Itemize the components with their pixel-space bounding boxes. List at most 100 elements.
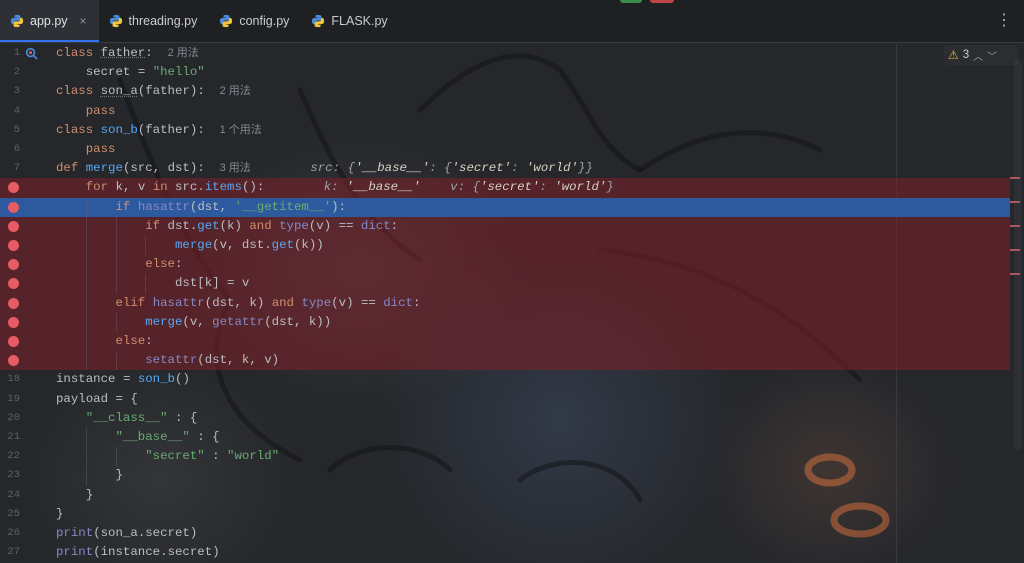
tab-config-py[interactable]: config.py — [209, 0, 301, 41]
code-line[interactable]: 5 class son_b(father): 1 个用法 — [0, 121, 1010, 140]
code-editor[interactable]: 1 class father: 2 用法 2 secret = "hello" 3 cl… — [0, 44, 1024, 563]
line-number: 18 — [7, 373, 20, 386]
code-text: instance = son_b() — [56, 372, 190, 387]
code-line[interactable]: dst[k] = v — [0, 274, 1010, 294]
code-line[interactable]: merge(v, dst.get(k)) — [0, 236, 1010, 256]
code-text: merge(v, getattr(dst, k)) — [145, 314, 332, 329]
code-text: if dst.get(k) and type(v) == dict: — [145, 218, 399, 233]
code-line[interactable]: 23 } — [0, 466, 1010, 486]
code-line[interactable]: setattr(dst, k, v) — [0, 351, 1010, 371]
code-line[interactable]: merge(v, getattr(dst, k)) — [0, 312, 1010, 332]
inline-debug-value: k: '__base__' v: {'secret': 'world'} — [323, 180, 614, 195]
code-text: class father: 2 用法 — [56, 46, 199, 60]
code-text: else: — [115, 334, 153, 348]
line-number: 24 — [7, 488, 20, 501]
run-status-indicator — [620, 0, 642, 3]
tab-label: FLASK.py — [331, 13, 388, 28]
code-line[interactable]: 6 pass — [0, 140, 1010, 159]
code-line[interactable]: 27 print(instance.secret) — [0, 543, 1010, 562]
code-line[interactable]: 26 print(son_a.secret) — [0, 524, 1010, 543]
code-line[interactable]: 2 secret = "hello" — [0, 63, 1010, 82]
chevron-up-icon[interactable]: ︿ — [973, 48, 983, 63]
breakpoint-icon[interactable] — [8, 297, 19, 309]
code-line[interactable]: 3 class son_a(father): 2 用法 — [0, 82, 1010, 101]
code-line[interactable]: 1 class father: 2 用法 — [0, 44, 1010, 63]
error-stripe-marker[interactable] — [1010, 273, 1020, 275]
breakpoint-icon[interactable] — [8, 316, 19, 328]
breakpoint-icon[interactable] — [8, 259, 19, 271]
usage-hint[interactable]: 2 用法 — [220, 85, 251, 97]
code-text: secret = "hello" — [85, 65, 205, 80]
debug-gutter-icon[interactable] — [25, 47, 38, 60]
error-stripe-marker[interactable] — [1010, 201, 1020, 203]
python-file-icon — [109, 14, 122, 27]
code-text: class son_b(father): 1 个用法 — [56, 122, 262, 137]
line-number: 4 — [13, 104, 20, 117]
line-number: 5 — [13, 123, 20, 136]
line-number: 26 — [7, 527, 20, 539]
usage-hint[interactable]: 1 个用法 — [220, 124, 262, 136]
usage-hint[interactable]: 2 用法 — [168, 47, 199, 59]
code-line[interactable]: if hasattr(dst, '__getitem__'): — [0, 197, 1010, 217]
breakpoint-icon[interactable] — [8, 336, 19, 347]
python-file-icon — [220, 14, 233, 27]
error-stripe-marker[interactable] — [1010, 225, 1020, 227]
error-stripe-marker[interactable] — [1010, 177, 1020, 179]
line-number: 23 — [7, 469, 20, 482]
code-line[interactable]: 21 "__base__" : { — [0, 428, 1010, 448]
line-number: 3 — [13, 85, 20, 98]
code-line[interactable]: if dst.get(k) and type(v) == dict: — [0, 216, 1010, 236]
line-number: 22 — [7, 450, 20, 463]
tab-threading-py[interactable]: threading.py — [99, 0, 210, 41]
code-line[interactable]: 20 "__class__" : { — [0, 409, 1010, 428]
python-file-icon — [10, 14, 24, 27]
warning-icon: ⚠ — [948, 48, 959, 62]
code-line[interactable]: 7 def merge(src, dst): 3 用法 src: {'__base… — [0, 159, 1010, 178]
breakpoint-icon[interactable] — [8, 355, 19, 367]
stop-status-indicator — [650, 0, 674, 3]
code-line[interactable]: elif hasattr(dst, k) and type(v) == dict… — [0, 293, 1010, 313]
tab-app-py[interactable]: app.py × — [0, 0, 99, 42]
tab-flask-py[interactable]: FLASK.py — [301, 0, 399, 41]
line-number: 19 — [7, 392, 20, 405]
line-number: 21 — [7, 431, 20, 443]
inspection-widget[interactable]: ⚠ 3 ︿ ﹀ — [944, 45, 1018, 65]
line-number: 2 — [13, 66, 20, 79]
code-line[interactable]: 4 pass — [0, 102, 1010, 121]
error-stripe-marker[interactable] — [1010, 249, 1020, 251]
breakpoint-icon[interactable] — [8, 220, 19, 232]
code-text: elif hasattr(dst, k) and type(v) == dict… — [115, 295, 421, 310]
tab-label: app.py — [30, 13, 68, 28]
code-text: if hasattr(dst, '__getitem__'): — [115, 199, 347, 214]
usage-hint[interactable]: 3 用法 — [220, 162, 251, 174]
warning-count: 3 — [962, 49, 970, 61]
code-line[interactable]: else: — [0, 255, 1010, 275]
code-text: pass — [85, 142, 116, 156]
chevron-down-icon[interactable]: ﹀ — [987, 48, 997, 63]
code-line[interactable]: 18 instance = son_b() — [0, 370, 1010, 389]
breakpoint-icon[interactable] — [8, 182, 19, 194]
code-text: "secret" : "world" — [145, 449, 280, 464]
inline-debug-value: src: {'__base__': {'secret': 'world'}} — [310, 161, 593, 176]
editor-tab-bar: app.py × threading.py config.py FLASK.py… — [0, 0, 1024, 43]
code-line[interactable]: for k, v in src.items(): k: '__base__' v… — [0, 178, 1010, 198]
breakpoint-icon[interactable] — [8, 240, 19, 251]
code-text: for k, v in src.items(): k: '__base__' v… — [85, 180, 614, 195]
editor-scrollbar[interactable] — [1014, 60, 1022, 450]
code-line[interactable]: 24 } — [0, 486, 1010, 505]
code-line[interactable]: 22 "secret" : "world" — [0, 447, 1010, 467]
code-text: setattr(dst, k, v) — [145, 353, 280, 368]
tab-label: threading.py — [128, 13, 198, 28]
code-line[interactable]: 25} — [0, 505, 1010, 524]
python-file-icon — [312, 14, 325, 27]
code-line[interactable]: 19 payload = { — [0, 390, 1010, 409]
breakpoint-icon[interactable] — [8, 201, 19, 213]
breakpoint-icon[interactable] — [8, 278, 19, 290]
code-text: print(son_a.secret) — [56, 526, 198, 540]
line-number: 6 — [13, 143, 20, 155]
line-number: 25 — [7, 507, 20, 520]
close-icon[interactable]: × — [80, 14, 87, 28]
code-line[interactable]: else: — [0, 332, 1010, 352]
more-options-icon[interactable]: ⋮ — [996, 13, 1012, 29]
code-text: print(instance.secret) — [56, 545, 220, 560]
